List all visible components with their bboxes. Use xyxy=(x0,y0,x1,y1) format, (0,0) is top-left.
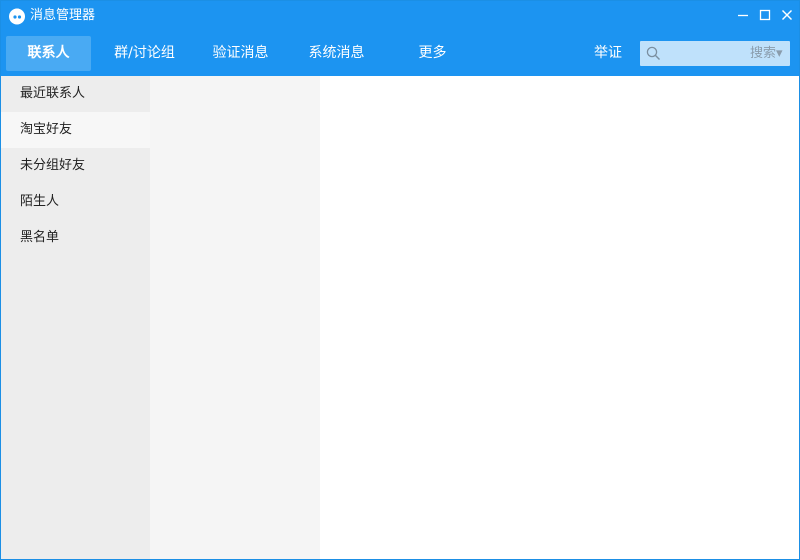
sidebar-item-strangers[interactable]: 陌生人 xyxy=(1,184,150,220)
tab-contacts[interactable]: 联系人 xyxy=(6,36,91,71)
report-button[interactable]: 举证 xyxy=(589,36,627,71)
sidebar-item-ungrouped-friends[interactable]: 未分组好友 xyxy=(1,148,150,184)
message-detail-pane xyxy=(320,76,799,559)
sidebar-item-recent-contacts[interactable]: 最近联系人 xyxy=(1,76,150,112)
maximize-icon xyxy=(759,9,771,21)
search-icon[interactable] xyxy=(646,46,661,61)
minimize-button[interactable] xyxy=(733,5,753,25)
maximize-button[interactable] xyxy=(755,5,775,25)
window-title: 消息管理器 xyxy=(30,8,96,23)
sidebar-item-taobao-friends[interactable]: 淘宝好友 xyxy=(1,112,150,148)
search-input[interactable] xyxy=(664,43,748,63)
title-bar[interactable]: 消息管理器 xyxy=(1,1,799,31)
contact-category-sidebar: 最近联系人 淘宝好友 未分组好友 陌生人 黑名单 xyxy=(1,76,150,559)
minimize-icon xyxy=(738,14,748,17)
sidebar-item-blacklist[interactable]: 黑名单 xyxy=(1,220,150,256)
tab-more[interactable]: 更多 xyxy=(390,36,475,71)
tab-system-messages[interactable]: 系统消息 xyxy=(294,36,379,71)
tab-verification-messages[interactable]: 验证消息 xyxy=(198,36,283,71)
search-box: 搜索▾ xyxy=(640,41,790,66)
message-manager-window: 消息管理器 联系人 群/讨论组 验证消息 系统消息 更多 举证 搜索▾ 最近联系… xyxy=(0,0,800,560)
app-logo-icon xyxy=(9,8,25,25)
header: 消息管理器 联系人 群/讨论组 验证消息 系统消息 更多 举证 搜索▾ xyxy=(1,1,799,76)
close-button[interactable] xyxy=(777,5,797,25)
tab-groups[interactable]: 群/讨论组 xyxy=(102,36,187,71)
search-scope-dropdown[interactable]: 搜索▾ xyxy=(750,41,790,66)
contact-list-pane[interactable] xyxy=(150,76,320,559)
close-icon xyxy=(782,10,792,20)
